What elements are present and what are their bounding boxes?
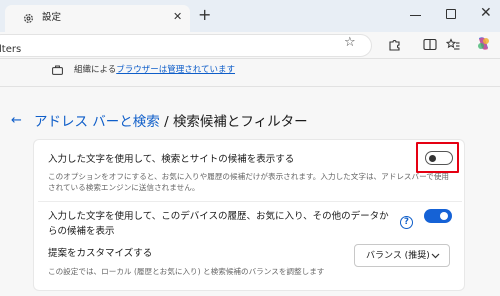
window-close-icon[interactable]: ✕ xyxy=(480,5,492,21)
split-screen-icon[interactable] xyxy=(423,38,437,51)
local-suggestions-title: 入力した文字を使用して、このデバイスの履歴、お気に入り、その他のデータからの候補… xyxy=(48,211,389,237)
gear-icon xyxy=(24,14,33,23)
local-suggestions-toggle[interactable] xyxy=(424,209,452,223)
minimize-icon[interactable] xyxy=(410,15,421,16)
briefcase-icon xyxy=(52,65,63,75)
row-divider xyxy=(38,201,462,202)
managed-notice: 組織によるブラウザーは管理されています xyxy=(74,65,235,76)
breadcrumb-parent-link[interactable]: アドレス バーと検索 xyxy=(34,114,160,130)
chevron-down-icon xyxy=(431,253,440,259)
customize-suggestions-description: この設定では、ローカル (履歴とお気に入り) と検索候補のバランスを調整します xyxy=(48,267,325,276)
breadcrumb: アドレス バーと検索 / 検索候補とフィルター xyxy=(34,114,308,130)
back-arrow-icon[interactable]: ← xyxy=(11,114,22,128)
address-bar[interactable]: lters xyxy=(0,34,372,57)
address-text: lters xyxy=(0,44,22,55)
search-suggestions-description: このオプションをオフにすると、お気に入りや履歴の候補だけが表示されます。入力した… xyxy=(48,172,450,192)
tab-settings[interactable]: 設定 ✕ xyxy=(5,5,190,32)
search-suggestions-title: 入力した文字を使用して、検索とサイトの候補を表示する xyxy=(48,154,295,165)
page-title: 検索候補とフィルター xyxy=(172,114,308,130)
new-tab-button[interactable]: + xyxy=(198,6,211,24)
divider xyxy=(0,86,500,87)
tab-close-icon[interactable]: ✕ xyxy=(173,11,182,23)
customize-suggestions-title: 提案をカスタマイズする xyxy=(48,248,153,259)
favorites-icon[interactable] xyxy=(446,38,460,51)
toggle-knob xyxy=(440,212,448,220)
managed-prefix: 組織による xyxy=(74,65,117,75)
tab-title: 設定 xyxy=(42,12,62,23)
breadcrumb-separator: / xyxy=(159,114,173,130)
help-icon[interactable]: ? xyxy=(400,216,413,229)
dropdown-value: バランス (推奨) xyxy=(366,251,430,261)
maximize-icon[interactable] xyxy=(446,9,456,19)
suggestion-balance-dropdown[interactable]: バランス (推奨) xyxy=(354,244,450,267)
extensions-icon[interactable] xyxy=(388,38,401,51)
highlight-box xyxy=(416,142,459,173)
copilot-icon[interactable] xyxy=(475,35,492,52)
managed-link[interactable]: ブラウザーは管理されています xyxy=(116,65,235,75)
favorite-star-icon[interactable]: ☆ xyxy=(344,36,356,50)
